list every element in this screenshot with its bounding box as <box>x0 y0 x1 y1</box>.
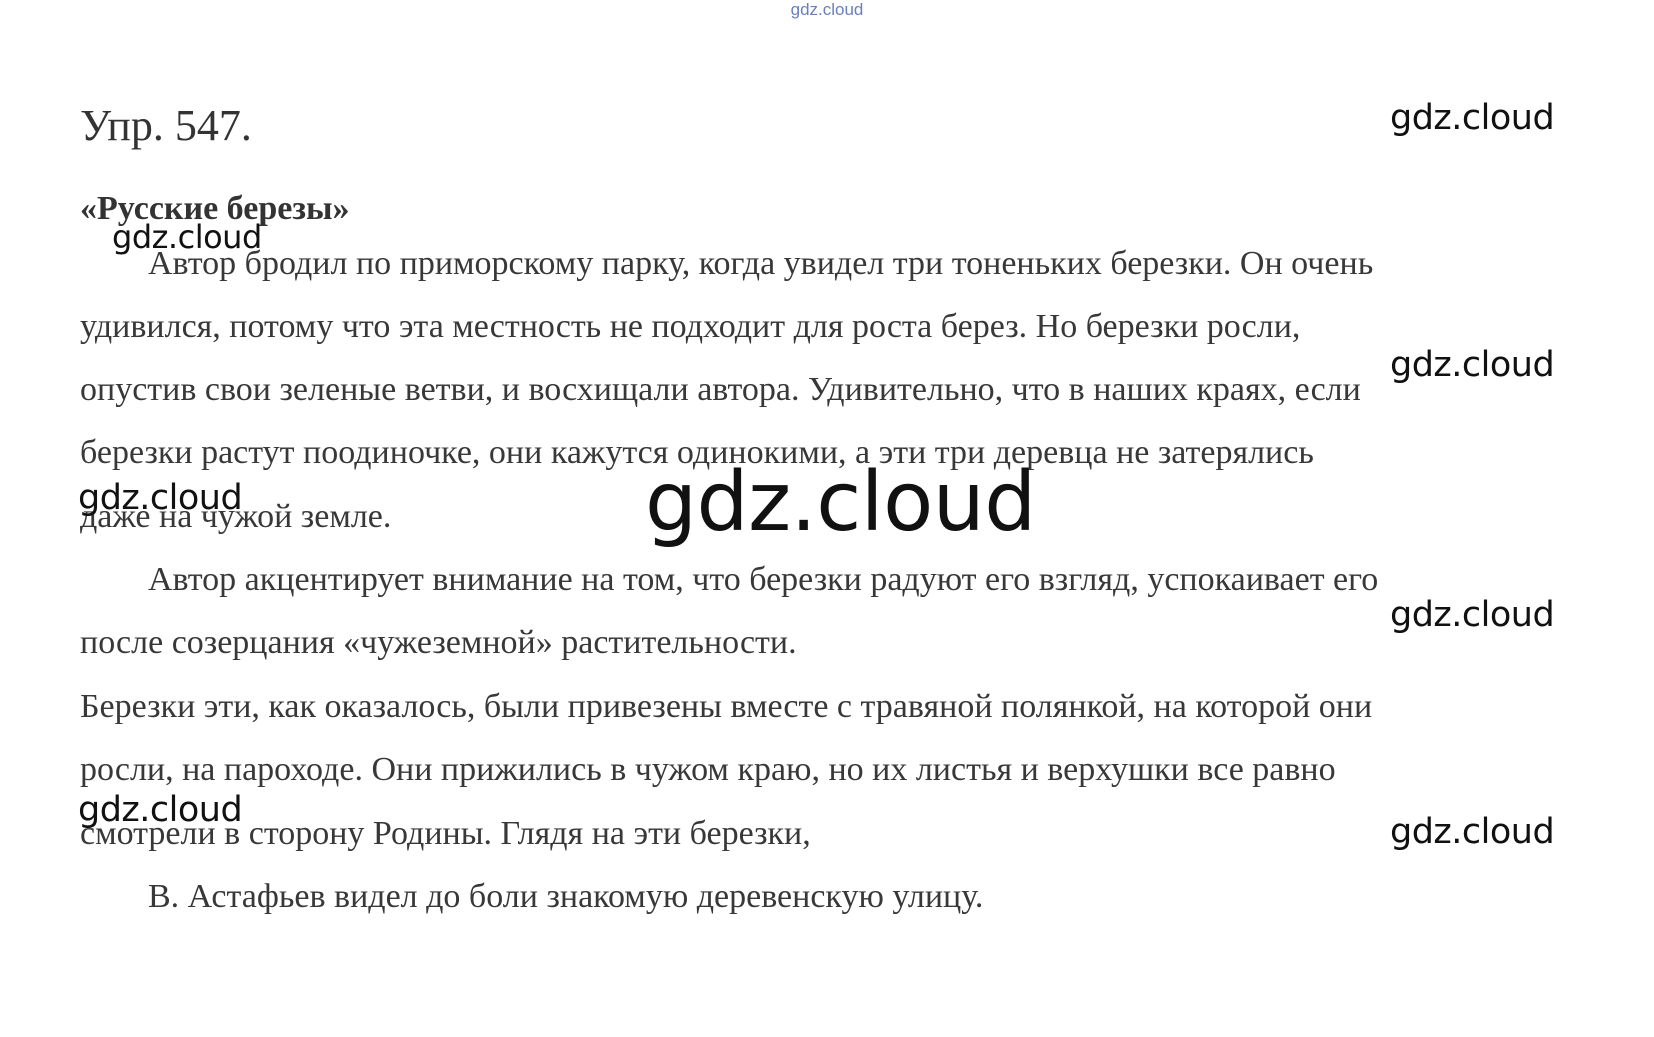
document-page: gdz.cloud Упр. 547. «Русские березы» Авт… <box>0 0 1654 1037</box>
watermark: gdz.cloud <box>78 790 243 830</box>
watermark-large: gdz.cloud <box>645 455 1036 550</box>
top-watermark: gdz.cloud <box>790 0 864 19</box>
watermark: gdz.cloud <box>1390 595 1555 635</box>
text-line-1: Автор бродил по приморскому парку, когда… <box>148 245 1374 282</box>
text-line-8: Березки эти, как оказалось, были привезе… <box>80 688 1373 725</box>
watermark: gdz.cloud <box>112 218 262 256</box>
text-line-9: росли, на пароходе. Они прижились в чужо… <box>80 751 1336 788</box>
text-line-3: опустив свои зеленые ветви, и восхищали … <box>80 371 1361 408</box>
watermark: gdz.cloud <box>1390 98 1555 138</box>
text-line-7: после созерцания «чужеземной» растительн… <box>80 624 797 661</box>
watermark: gdz.cloud <box>1390 812 1555 852</box>
watermark: gdz.cloud <box>78 478 243 518</box>
text-line-2: удивился, потому что эта местность не по… <box>80 308 1301 345</box>
watermark: gdz.cloud <box>1390 345 1555 385</box>
exercise-title: Упр. 547. <box>80 101 252 150</box>
text-line-11: В. Астафьев видел до боли знакомую дерев… <box>148 878 984 915</box>
text-line-6: Автор акцентирует внимание на том, что б… <box>148 561 1379 598</box>
